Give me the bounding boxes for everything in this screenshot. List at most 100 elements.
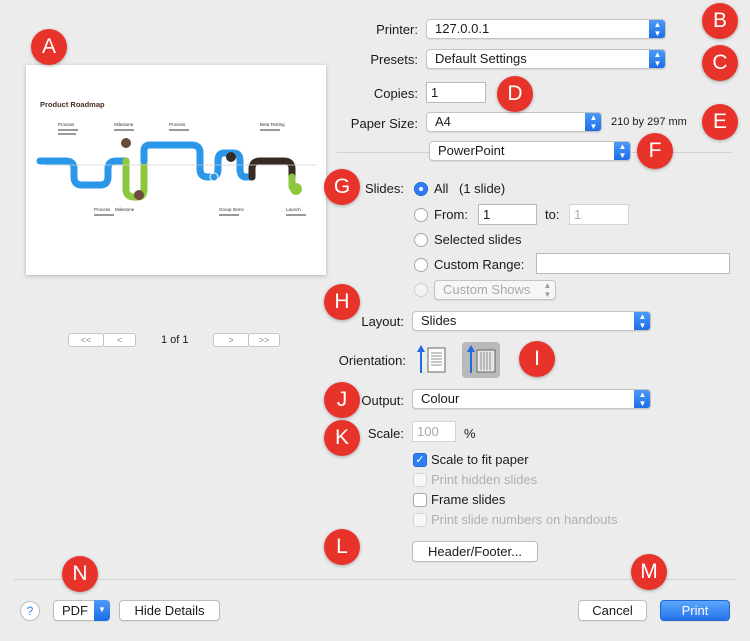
output-value: Colour: [421, 391, 460, 406]
layout-label: Layout:: [361, 314, 404, 329]
slide-preview: Product Roadmap Process Milestone Proces…: [26, 65, 326, 275]
marker-h: H: [324, 284, 360, 320]
help-icon[interactable]: ?: [20, 601, 40, 621]
print-numbers-label: Print slide numbers on handouts: [431, 512, 618, 527]
chevron-updown-icon: ▲ ▼: [543, 281, 552, 299]
marker-l: L: [324, 529, 360, 565]
marker-n: N: [62, 556, 98, 592]
presets-label: Presets:: [370, 52, 418, 67]
slides-to-label: to:: [545, 207, 560, 222]
print-hidden-label: Print hidden slides: [431, 472, 538, 487]
chevron-updown-icon: ▲ ▼: [649, 20, 665, 38]
slides-all-label: All: [434, 181, 449, 196]
portrait-icon: [417, 345, 446, 373]
printer-select[interactable]: 127.0.0.1 ▲ ▼: [426, 19, 666, 39]
marker-e: E: [702, 104, 738, 140]
section-select[interactable]: PowerPoint ▲ ▼: [429, 141, 631, 161]
preview-milestone-marker: [134, 190, 144, 200]
preview-top-label-4: Beta Testing: [260, 122, 285, 127]
preview-milestone-marker: [209, 172, 219, 182]
printer-label: Printer:: [376, 22, 418, 37]
checkmark-icon: ✓: [415, 454, 425, 466]
chevron-updown-icon: ▲ ▼: [634, 390, 650, 408]
header-footer-button[interactable]: Header/Footer...: [412, 541, 538, 562]
scale-unit: %: [464, 426, 476, 441]
slides-from-label: From:: [434, 207, 468, 222]
custom-shows-radio[interactable]: [414, 283, 428, 297]
paper-size-select[interactable]: A4 ▲ ▼: [426, 112, 602, 132]
preview-top-label-3: Process: [169, 122, 186, 127]
chevron-down-icon: ▼: [94, 600, 110, 621]
marker-k: K: [324, 420, 360, 456]
orientation-label: Orientation:: [338, 353, 406, 368]
preview-title: Product Roadmap: [40, 100, 105, 109]
portrait-button[interactable]: [412, 342, 450, 378]
slides-to-input[interactable]: 1: [569, 204, 629, 225]
roadmap-thumbnail: Product Roadmap Process Milestone Proces…: [36, 100, 317, 216]
preview-bottom-label-2: Milestone: [115, 207, 135, 212]
landscape-button[interactable]: [462, 342, 500, 378]
custom-shows-select[interactable]: Custom Shows ▲ ▼: [434, 280, 556, 300]
preview-milestone-marker: [121, 138, 131, 148]
output-select[interactable]: Colour ▲ ▼: [412, 389, 651, 409]
layout-select[interactable]: Slides ▲ ▼: [412, 311, 651, 331]
bottom-divider: [14, 579, 736, 580]
next-page-button[interactable]: >: [213, 333, 249, 347]
scale-to-fit-label: Scale to fit paper: [431, 452, 529, 467]
scale-to-fit-checkbox[interactable]: ✓: [413, 453, 427, 467]
chevron-updown-icon: ▲ ▼: [614, 142, 630, 160]
slides-label: Slides:: [364, 181, 404, 196]
scale-input[interactable]: 100: [412, 421, 456, 442]
print-numbers-checkbox[interactable]: [413, 513, 427, 527]
selected-slides-radio[interactable]: [414, 233, 428, 247]
chevron-updown-icon: ▲ ▼: [585, 113, 601, 131]
custom-shows-value: Custom Shows: [443, 282, 531, 297]
cancel-button[interactable]: Cancel: [578, 600, 647, 621]
slides-from-radio[interactable]: [414, 208, 428, 222]
marker-f: F: [637, 133, 673, 169]
pdf-label: PDF: [62, 603, 88, 618]
presets-value: Default Settings: [435, 51, 527, 66]
pdf-menu-button[interactable]: PDF ▼: [53, 600, 110, 621]
copies-input[interactable]: 1: [426, 82, 486, 103]
marker-d: D: [497, 76, 533, 112]
presets-select[interactable]: Default Settings ▲ ▼: [426, 49, 666, 69]
paper-size-label: Paper Size:: [350, 116, 418, 131]
preview-bottom-label-4: Launch: [286, 207, 301, 212]
marker-c: C: [702, 45, 738, 81]
frame-slides-label: Frame slides: [431, 492, 506, 507]
print-hidden-checkbox[interactable]: [413, 473, 427, 487]
preview-bottom-label-1: Process: [94, 207, 111, 212]
preview-top-label-1: Process: [58, 122, 75, 127]
marker-a: A: [31, 29, 67, 65]
scale-label: Scale:: [367, 426, 404, 441]
last-page-button[interactable]: >>: [248, 333, 280, 347]
output-label: Output:: [361, 393, 404, 408]
marker-m: M: [631, 554, 667, 590]
frame-slides-checkbox[interactable]: [413, 493, 427, 507]
chevron-updown-icon: ▲ ▼: [649, 50, 665, 68]
section-value: PowerPoint: [438, 143, 505, 158]
printer-value: 127.0.0.1: [435, 21, 490, 36]
marker-j: J: [324, 382, 360, 418]
preview-launch-marker: [290, 183, 302, 195]
preview-milestone-marker: [226, 152, 236, 162]
hide-details-button[interactable]: Hide Details: [119, 600, 220, 621]
custom-range-input[interactable]: [536, 253, 730, 274]
layout-value: Slides: [421, 313, 457, 328]
previous-page-button[interactable]: <: [103, 333, 136, 347]
custom-range-label: Custom Range:: [434, 257, 525, 272]
paper-dimensions: 210 by 297 mm: [611, 116, 687, 128]
landscape-icon: [467, 345, 496, 373]
chevron-updown-icon: ▲ ▼: [634, 312, 650, 330]
preview-bottom-label-3: Group Items: [219, 207, 245, 212]
slides-all-radio[interactable]: [414, 182, 428, 196]
first-page-button[interactable]: <<: [68, 333, 104, 347]
marker-b: B: [702, 3, 738, 39]
custom-range-radio[interactable]: [414, 258, 428, 272]
marker-i: I: [519, 341, 555, 377]
print-button[interactable]: Print: [660, 600, 730, 621]
selected-slides-label: Selected slides: [434, 232, 522, 247]
copies-label: Copies:: [373, 86, 418, 101]
slides-from-input[interactable]: 1: [478, 204, 537, 225]
